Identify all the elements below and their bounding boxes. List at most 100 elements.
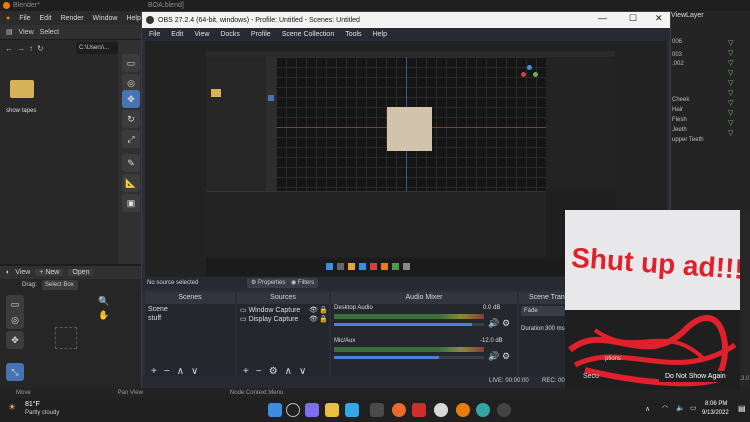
source-settings-icon[interactable]: ⚙ — [269, 366, 278, 377]
minimize-icon[interactable]: — — [598, 13, 607, 23]
properties-button[interactable]: ⚙ Properties — [247, 278, 290, 288]
transition-select[interactable]: Fade — [521, 306, 565, 316]
menu-window[interactable]: Window — [93, 15, 118, 22]
new-button[interactable]: + New — [35, 269, 64, 276]
obs-menu-profile[interactable]: Profile — [251, 31, 271, 38]
remove-scene-icon[interactable]: − — [164, 366, 170, 377]
back-icon[interactable]: ← — [5, 44, 13, 56]
close-icon[interactable]: ✕ — [655, 13, 663, 24]
weather-icon[interactable]: ☀ — [8, 402, 16, 413]
path-field[interactable]: C:\Users\... — [76, 42, 118, 54]
mixer-settings-icon[interactable]: ⚙ — [502, 318, 510, 329]
clock-date[interactable]: 9/13/2022 — [702, 410, 729, 416]
header-view[interactable]: View — [19, 29, 34, 36]
scene-down-icon[interactable]: ∨ — [191, 366, 198, 377]
source-item[interactable]: ▭ Window Capture — [240, 306, 300, 314]
do-not-show-again-button[interactable]: Do Not Show Again — [659, 371, 732, 382]
mixer-settings-icon[interactable]: ⚙ — [502, 351, 510, 362]
lock-icon[interactable]: 🔒 — [319, 315, 328, 323]
edge-icon[interactable] — [345, 403, 359, 417]
blender-taskbar-icon[interactable] — [456, 403, 470, 417]
lock-icon[interactable]: 🔒 — [319, 306, 328, 314]
menu-render[interactable]: Render — [61, 15, 84, 22]
outliner-item[interactable]: Hair — [672, 107, 683, 113]
scene-item[interactable]: Scene — [148, 306, 168, 313]
menu-file[interactable]: File — [19, 15, 30, 22]
editor-type-icon-2[interactable]: ◐ — [6, 269, 10, 276]
folder-icon[interactable] — [10, 80, 34, 98]
outliner-item[interactable]: .002 — [672, 61, 684, 67]
header-select[interactable]: Select — [40, 29, 59, 36]
volume-slider-track[interactable] — [334, 323, 484, 326]
bottom-view[interactable]: View — [15, 269, 30, 276]
obs-menu-view[interactable]: View — [194, 31, 209, 38]
outliner-item[interactable]: Cheek — [672, 97, 689, 103]
cursor-tool-icon-2[interactable]: ◎ — [6, 311, 24, 329]
annotate-tool-icon[interactable]: ✎ — [122, 154, 140, 172]
volume-slider-track[interactable] — [334, 356, 484, 359]
rotate-tool-icon[interactable]: ↻ — [122, 110, 140, 128]
hand-icon[interactable]: ✋ — [98, 310, 109, 321]
zoom-icon[interactable]: 🔍 — [98, 296, 109, 307]
editor-type-icon[interactable]: ▤ — [6, 28, 13, 36]
notification-icon[interactable]: ▤ — [738, 404, 746, 413]
outliner-item[interactable]: 003 — [672, 52, 682, 58]
speaker-icon[interactable]: 🔊 — [488, 318, 499, 329]
open-button[interactable]: Open — [68, 269, 94, 276]
teams-icon[interactable] — [305, 403, 319, 417]
weather-temp[interactable]: 81°F — [25, 401, 40, 408]
outliner-item[interactable]: upper Teeth — [672, 137, 704, 143]
chrome-icon[interactable] — [434, 403, 448, 417]
speaker-icon[interactable]: 🔊 — [488, 351, 499, 362]
maximize-icon[interactable]: ☐ — [629, 13, 637, 24]
add-scene-icon[interactable]: + — [151, 366, 157, 377]
menu-edit[interactable]: Edit — [40, 15, 52, 22]
app-icon[interactable] — [476, 403, 490, 417]
measure-tool-icon[interactable]: 📐 — [122, 174, 140, 192]
mcafee-icon[interactable] — [412, 403, 426, 417]
forward-icon[interactable]: → — [17, 44, 25, 56]
obs-menu-scene-collection[interactable]: Scene Collection — [282, 31, 335, 38]
weather-text[interactable]: Partly cloudy — [25, 410, 59, 416]
duration-field[interactable]: 300 ms — [545, 326, 565, 332]
move-tool-icon-2[interactable]: ✥ — [6, 331, 24, 349]
drag-select[interactable]: Select Box — [42, 280, 78, 290]
obs-menu-edit[interactable]: Edit — [171, 31, 183, 38]
visibility-icon[interactable]: 👁 — [309, 306, 318, 314]
outliner-item[interactable]: 006 — [672, 39, 682, 45]
blender-app-icon[interactable]: ● — [6, 15, 10, 22]
refresh-icon[interactable]: ↻ — [37, 44, 44, 56]
select-tool-icon[interactable]: ▭ — [122, 54, 140, 72]
battery-icon[interactable]: ▭ — [690, 404, 697, 412]
wifi-icon[interactable]: ◠ — [662, 404, 668, 412]
menu-help[interactable]: Help — [126, 15, 140, 22]
source-down-icon[interactable]: ∨ — [299, 366, 306, 377]
visibility-icon[interactable]: 👁 — [309, 315, 318, 323]
firefox-icon[interactable] — [392, 403, 406, 417]
scale-tool-icon[interactable]: ⤢ — [122, 130, 140, 148]
obs-menu-docks[interactable]: Docks — [220, 31, 239, 38]
scene-item[interactable]: stuff — [148, 315, 161, 322]
add-cube-tool-icon[interactable]: ▣ — [122, 194, 140, 212]
parent-icon[interactable]: ↑ — [29, 44, 33, 56]
move-tool-icon[interactable]: ✥ — [122, 90, 140, 108]
transform-tool-icon[interactable]: ⤡ — [6, 363, 24, 381]
outliner-item[interactable]: Jeeth — [672, 127, 687, 133]
obs-menu-file[interactable]: File — [149, 31, 160, 38]
store-icon[interactable] — [370, 403, 384, 417]
ad-banner[interactable]: Shut up ad!!!!1!! — [565, 210, 740, 310]
obs-taskbar-icon[interactable] — [497, 403, 511, 417]
clock-time[interactable]: 8:06 PM — [705, 401, 727, 407]
scene-up-icon[interactable]: ∧ — [177, 366, 184, 377]
remove-source-icon[interactable]: − — [256, 366, 262, 377]
volume-icon[interactable]: 🔈 — [676, 404, 685, 412]
search-icon[interactable] — [286, 403, 300, 417]
source-up-icon[interactable]: ∧ — [285, 366, 292, 377]
outliner-item[interactable]: Flesh — [672, 117, 687, 123]
tray-chevron-icon[interactable]: ∧ — [645, 405, 650, 413]
source-item[interactable]: ▭ Display Capture — [240, 315, 298, 323]
obs-menu-help[interactable]: Help — [373, 31, 387, 38]
obs-menu-tools[interactable]: Tools — [345, 31, 361, 38]
add-source-icon[interactable]: + — [243, 366, 249, 377]
file-explorer-icon[interactable] — [325, 403, 339, 417]
